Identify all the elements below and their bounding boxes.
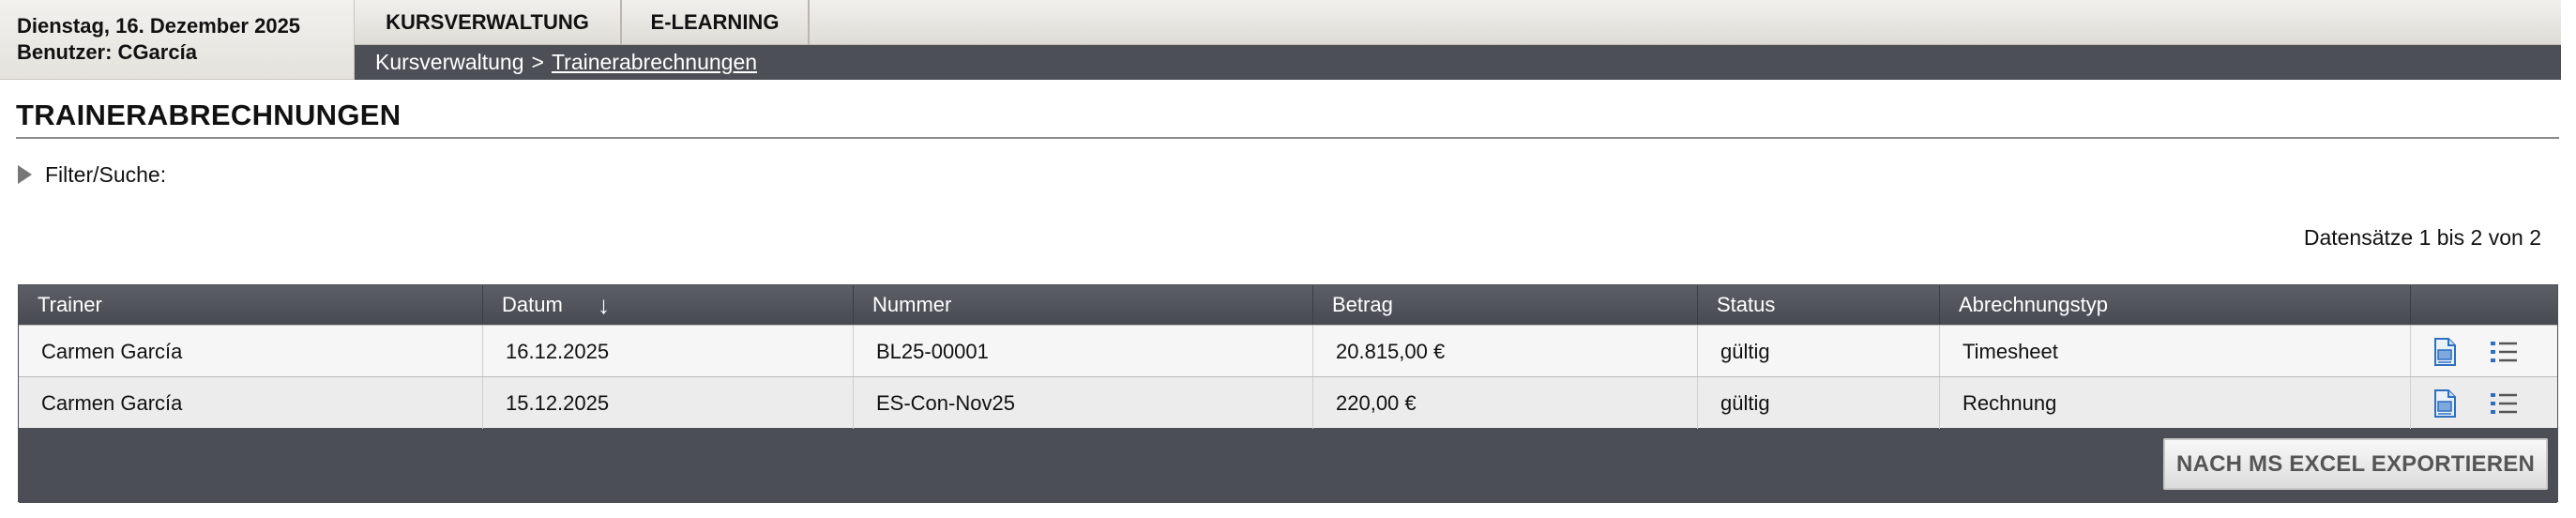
cell-status: gültig: [1698, 377, 1940, 429]
column-header-betrag[interactable]: Betrag: [1313, 285, 1698, 325]
table-footer: NACH MS EXCEL EXPORTIEREN: [19, 429, 2557, 503]
main-nav: KURSVERWALTUNG E-LEARNING: [355, 0, 2561, 45]
breadcrumb-current-link[interactable]: Trainerabrechnungen: [552, 50, 757, 74]
table-row[interactable]: Carmen García 15.12.2025 ES-Con-Nov25 22…: [19, 376, 2559, 429]
table-row[interactable]: Carmen García 16.12.2025 BL25-00001 20.8…: [19, 325, 2559, 377]
document-edit-icon[interactable]: [2430, 336, 2462, 368]
column-header-datum-label: Datum: [502, 293, 563, 316]
app-header: Dienstag, 16. Dezember 2025 Benutzer: CG…: [0, 0, 2576, 80]
breadcrumb: Kursverwaltung > Trainerabrechnungen: [355, 45, 2561, 80]
column-header-actions: [2411, 285, 2559, 325]
breadcrumb-parent[interactable]: Kursverwaltung: [375, 50, 524, 74]
list-details-icon[interactable]: [2488, 336, 2520, 368]
cell-nummer: BL25-00001: [854, 326, 1313, 377]
filter-label: Filter/Suche:: [45, 161, 167, 187]
column-header-datum[interactable]: Datum ↓: [483, 285, 854, 325]
header-edge: [2561, 0, 2576, 80]
export-excel-button[interactable]: NACH MS EXCEL EXPORTIEREN: [2163, 438, 2548, 490]
table-header: Trainer Datum ↓ Nummer Betrag Status Abr…: [19, 285, 2557, 325]
cell-status: gültig: [1698, 326, 1940, 377]
list-details-icon[interactable]: [2488, 388, 2520, 419]
filter-toggle[interactable]: Filter/Suche:: [18, 160, 166, 190]
breadcrumb-separator: >: [531, 50, 544, 74]
current-date: Dienstag, 16. Dezember 2025: [17, 14, 301, 38]
column-header-trainer[interactable]: Trainer: [19, 285, 483, 325]
document-edit-icon[interactable]: [2430, 388, 2462, 419]
billing-table: Trainer Datum ↓ Nummer Betrag Status Abr…: [18, 284, 2559, 503]
cell-nummer: ES-Con-Nov25: [854, 377, 1313, 429]
cell-datum: 16.12.2025: [483, 326, 854, 377]
row-actions: [2411, 377, 2559, 429]
expand-triangle-icon: [18, 165, 32, 184]
cell-abrechnungstyp: Rechnung: [1940, 377, 2411, 429]
cell-trainer: Carmen García: [19, 326, 483, 377]
page-title: TRAINERABRECHNUNGEN: [16, 99, 402, 131]
column-header-nummer[interactable]: Nummer: [854, 285, 1313, 325]
cell-trainer: Carmen García: [19, 377, 483, 429]
sort-descending-icon[interactable]: ↓: [598, 285, 610, 325]
title-divider: [16, 137, 2559, 139]
records-info: Datensätze 1 bis 2 von 2: [2303, 225, 2541, 250]
row-actions: [2411, 326, 2559, 377]
cell-betrag: 20.815,00 €: [1313, 326, 1698, 377]
column-header-status[interactable]: Status: [1698, 285, 1940, 325]
tab-kursverwaltung[interactable]: KURSVERWALTUNG: [355, 0, 622, 45]
current-user: Benutzer: CGarcía: [17, 40, 197, 64]
cell-abrechnungstyp: Timesheet: [1940, 326, 2411, 377]
cell-betrag: 220,00 €: [1313, 377, 1698, 429]
tab-e-learning[interactable]: E-LEARNING: [622, 0, 810, 45]
column-header-abrechnungstyp[interactable]: Abrechnungstyp: [1940, 285, 2411, 325]
user-info-box: Dienstag, 16. Dezember 2025 Benutzer: CG…: [0, 0, 355, 80]
cell-datum: 15.12.2025: [483, 377, 854, 429]
